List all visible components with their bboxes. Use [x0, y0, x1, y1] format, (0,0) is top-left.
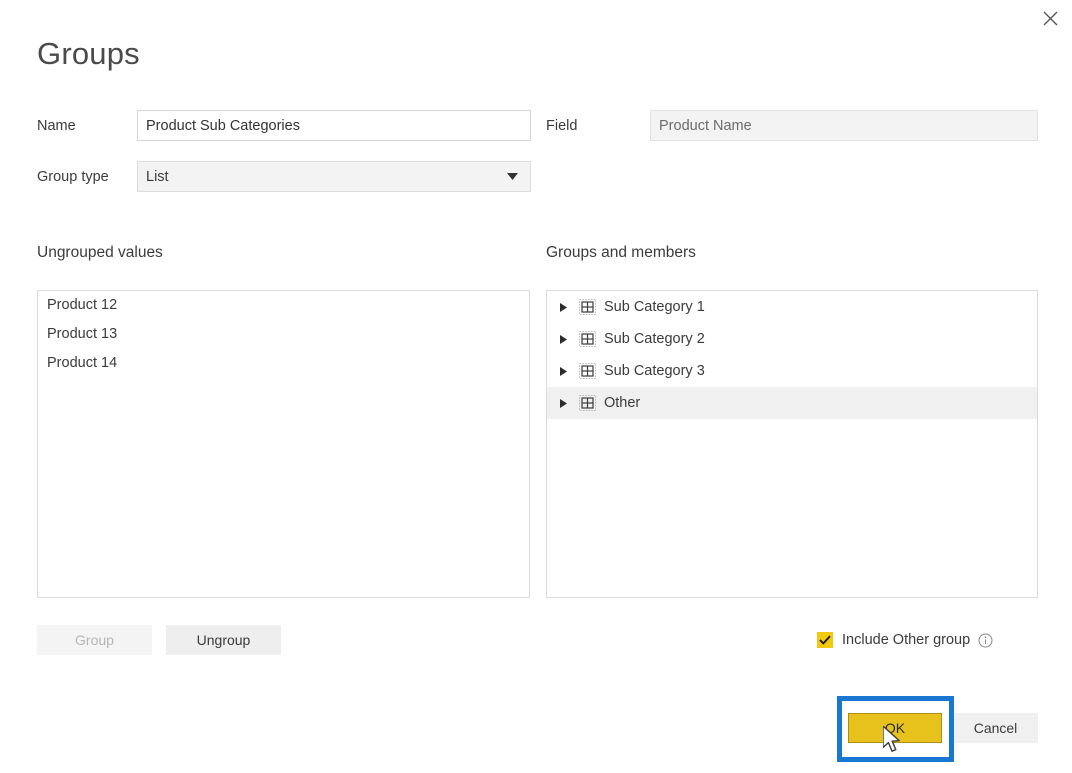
ungroup-button[interactable]: Ungroup [166, 625, 281, 655]
tree-row-label: Sub Category 2 [604, 331, 705, 347]
tree-row[interactable]: Sub Category 3 [547, 355, 1037, 387]
chevron-down-icon [500, 172, 524, 181]
tree-row[interactable]: Sub Category 2 [547, 323, 1037, 355]
tree-row-label: Other [604, 395, 641, 411]
triangle-right-icon[interactable] [560, 366, 576, 376]
name-label: Name [37, 118, 76, 134]
triangle-right-icon[interactable] [560, 302, 576, 312]
table-grid-icon [576, 331, 598, 347]
list-item[interactable]: Product 12 [38, 291, 529, 320]
tree-row[interactable]: Sub Category 1 [547, 291, 1037, 323]
page-title: Groups [37, 36, 140, 71]
group-type-label: Group type [37, 169, 109, 185]
table-grid-icon [576, 363, 598, 379]
checkmark-icon [817, 632, 833, 648]
groups-and-members-tree[interactable]: Sub Category 1 Sub Category 2 Sub Catego… [546, 290, 1038, 598]
field-label: Field [546, 118, 578, 134]
close-icon [1043, 11, 1058, 26]
group-button: Group [37, 625, 152, 655]
groups-and-members-heading: Groups and members [546, 244, 696, 261]
close-button[interactable] [1034, 2, 1066, 34]
table-grid-icon [576, 299, 598, 315]
ungrouped-values-list[interactable]: Product 12 Product 13 Product 14 [37, 290, 530, 598]
field-input [650, 110, 1038, 141]
list-item[interactable]: Product 14 [38, 349, 529, 378]
triangle-right-icon[interactable] [560, 334, 576, 344]
ungrouped-values-heading: Ungrouped values [37, 244, 163, 261]
cancel-button[interactable]: Cancel [953, 713, 1038, 743]
info-circle-icon[interactable] [978, 633, 993, 648]
group-type-select[interactable]: List [137, 161, 531, 192]
list-item[interactable]: Product 13 [38, 320, 529, 349]
triangle-right-icon[interactable] [560, 398, 576, 408]
tree-row-label: Sub Category 3 [604, 363, 705, 379]
include-other-group-label: Include Other group [842, 632, 971, 648]
table-grid-icon [576, 395, 598, 411]
group-type-value: List [146, 168, 169, 185]
name-input[interactable] [137, 110, 531, 141]
include-other-group-checkbox[interactable]: Include Other group [817, 632, 993, 648]
ok-button[interactable]: OK [848, 713, 942, 743]
tree-row-label: Sub Category 1 [604, 299, 705, 315]
tree-row[interactable]: Other [547, 387, 1037, 419]
